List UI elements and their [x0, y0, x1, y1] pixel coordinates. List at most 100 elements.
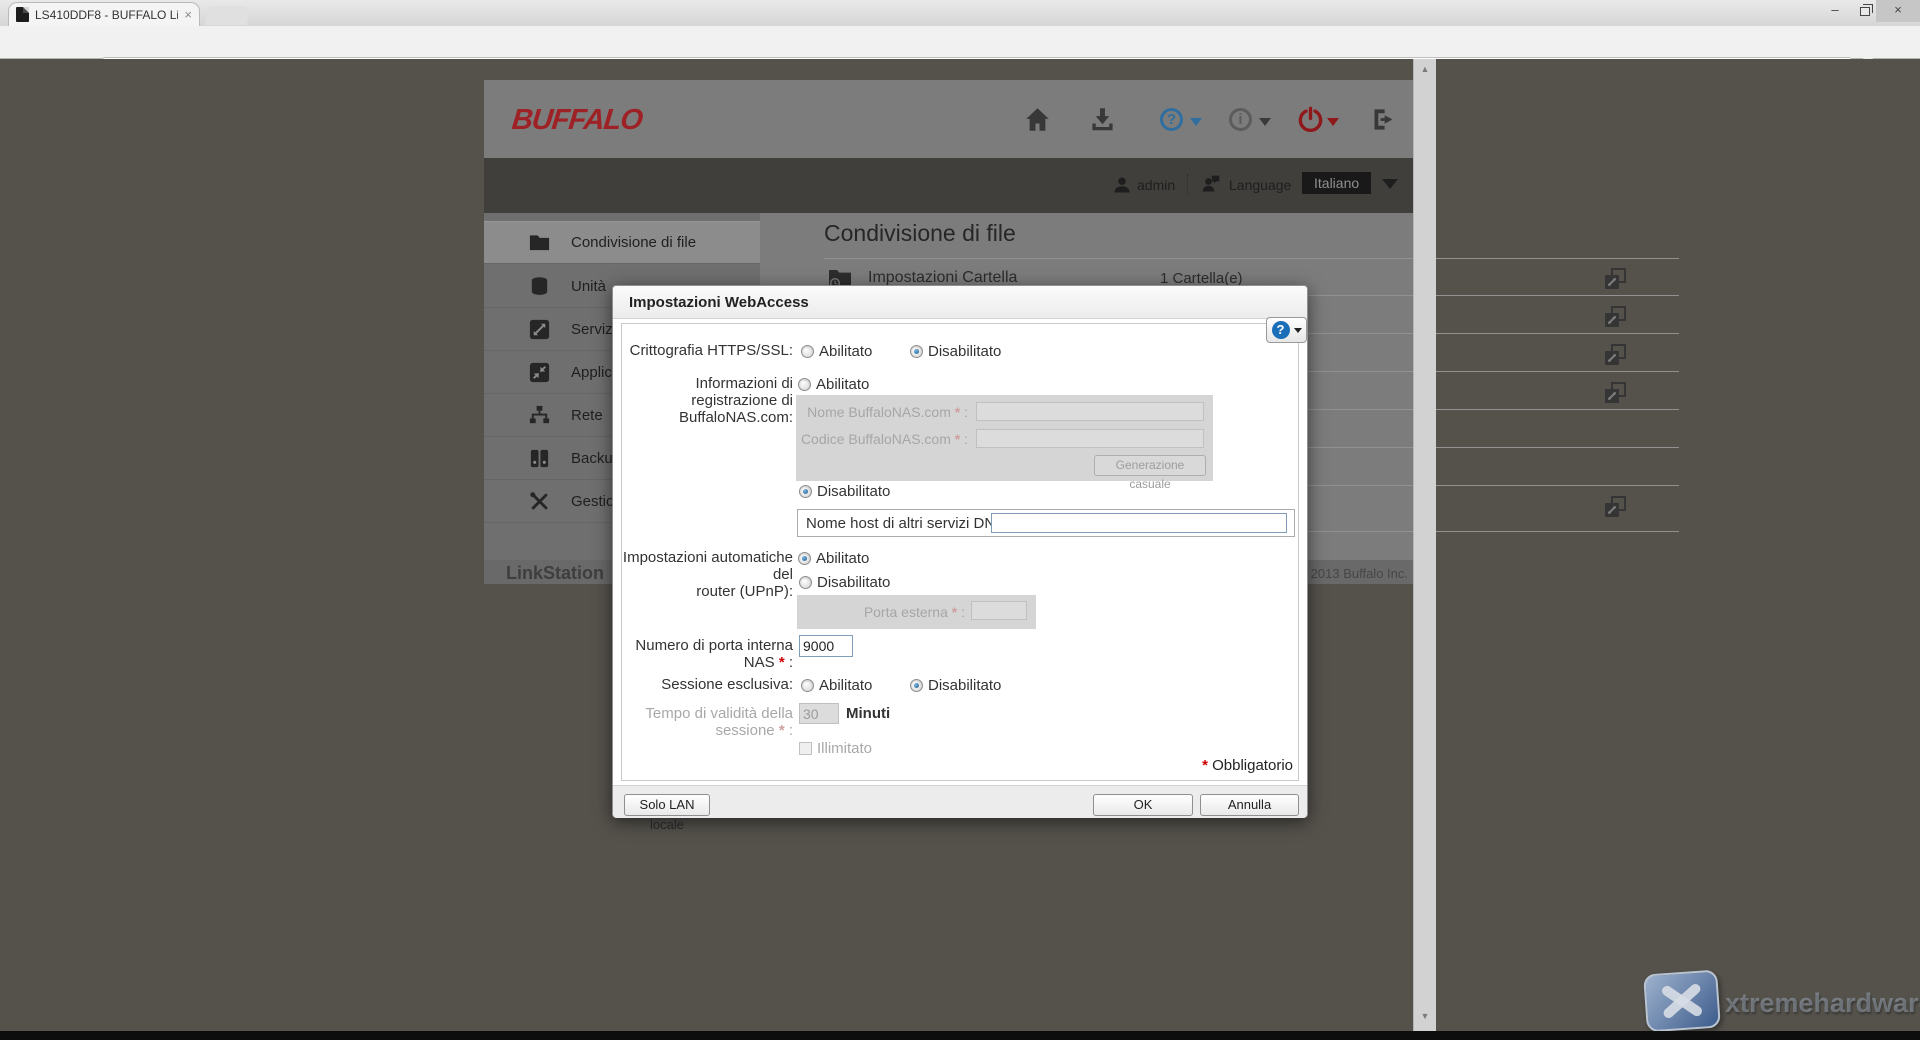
logout-icon[interactable]	[1370, 106, 1397, 133]
buffalo-logo: BUFFALO	[510, 104, 643, 137]
minutes-unit-label: Minuti	[846, 705, 890, 722]
internal-port-input[interactable]	[799, 635, 853, 657]
validity-minutes-input[interactable]	[799, 703, 839, 724]
dialog-title[interactable]: Impostazioni WebAccess	[613, 286, 1307, 319]
page-title: Condivisione di file	[824, 220, 1016, 247]
lan-only-button[interactable]: Solo LAN locale	[624, 794, 710, 816]
bottom-black-bar	[0, 1031, 1920, 1040]
services-icon	[528, 318, 551, 341]
generate-random-button[interactable]: Generazione casuale	[1094, 455, 1206, 476]
https-ssl-label: Crittografia HTTPS/SSL:	[621, 342, 793, 359]
buffalonas-disabled-label[interactable]: Disabilitato	[817, 483, 890, 500]
tools-icon	[528, 490, 551, 513]
language-caret-icon[interactable]	[1382, 179, 1398, 189]
folder-icon	[528, 231, 551, 254]
scroll-up-icon[interactable]: ▲	[1414, 64, 1436, 74]
user-language-bar: admin Language Italiano	[484, 158, 1421, 213]
open-external-icon[interactable]	[1603, 305, 1627, 329]
tab-close-icon[interactable]: ×	[184, 9, 192, 21]
dialog-footer: Solo LAN locale OK Annulla	[613, 785, 1307, 818]
user-icon	[1112, 175, 1132, 195]
power-icon[interactable]	[1297, 106, 1324, 133]
open-external-icon[interactable]	[1603, 381, 1627, 405]
chevron-down-icon	[1294, 328, 1302, 333]
unlimited-checkbox[interactable]	[799, 742, 812, 755]
buffalonas-disabled-radio[interactable]	[799, 485, 812, 498]
required-note: * Obbligatorio	[1202, 757, 1293, 774]
buffalonas-disabled-panel: Nome BuffaloNAS.com * : Codice BuffaloNA…	[796, 395, 1213, 481]
username-label[interactable]: admin	[1137, 177, 1175, 193]
external-port-label: Porta esterna * :	[801, 604, 965, 620]
dns-hostname-panel: Nome host di altri servizi DNS * :	[797, 509, 1295, 537]
scroll-down-icon[interactable]: ▼	[1414, 1011, 1436, 1021]
sidebar-item-label: Condivisione di file	[571, 234, 696, 251]
screen: { "browser": { "tab": { "title": "LS410D…	[0, 0, 1920, 1040]
browser-tabstrip: LS410DDF8 - BUFFALO Lin × – ×	[0, 0, 1920, 26]
session-enabled-radio[interactable]	[801, 679, 814, 692]
upnp-enabled-radio[interactable]	[798, 552, 811, 565]
open-external-icon[interactable]	[1603, 495, 1627, 519]
buffalonas-label: Informazioni di registrazione di Buffalo…	[621, 375, 793, 426]
open-external-icon[interactable]	[1603, 267, 1627, 291]
home-icon[interactable]	[1024, 106, 1051, 133]
buffalonas-name-label: Nome BuffaloNAS.com * :	[800, 404, 968, 420]
https-disabled-radio[interactable]	[910, 345, 923, 358]
dialog-help-button[interactable]: ?	[1266, 317, 1307, 343]
buffalonas-code-label: Codice BuffaloNAS.com * :	[800, 431, 968, 447]
buffalonas-code-input[interactable]	[976, 429, 1204, 448]
external-port-input[interactable]	[971, 601, 1027, 620]
window-close-button[interactable]: ×	[1876, 0, 1920, 22]
apps-icon	[528, 361, 551, 384]
https-enabled-label[interactable]: Abilitato	[819, 343, 872, 360]
buffalonas-enabled-radio[interactable]	[798, 378, 811, 391]
sidebar-item-label: Unità	[571, 278, 606, 295]
power-caret-icon[interactable]	[1327, 118, 1339, 126]
browser-toolbar: ← → ⟳ 192.168.0.104/detail.html#share ☆	[0, 26, 1920, 59]
validity-time-label: Tempo di validità della sessione * :	[621, 705, 793, 739]
copyright-text: © 2013 Buffalo Inc.	[1297, 566, 1408, 581]
help-icon[interactable]: ?	[1160, 108, 1183, 131]
upnp-disabled-label[interactable]: Disabilitato	[817, 574, 890, 591]
language-icon	[1201, 174, 1221, 194]
ok-button[interactable]: OK	[1093, 794, 1193, 816]
linkstation-logo: LinkStation	[506, 563, 604, 584]
help-icon: ?	[1272, 321, 1290, 339]
xtremehardware-logo	[1643, 969, 1721, 1031]
page-scrollbar[interactable]: ▲ ▼	[1413, 59, 1436, 1031]
webaccess-settings-dialog: Impostazioni WebAccess ? Crittografia HT…	[612, 285, 1308, 818]
buffalonas-enabled-label[interactable]: Abilitato	[816, 376, 869, 393]
sidebar-item-condivisione[interactable]: Condivisione di file	[484, 221, 760, 264]
divider	[1187, 174, 1188, 196]
dns-hostname-input[interactable]	[991, 513, 1287, 533]
help-caret-icon[interactable]	[1190, 118, 1202, 126]
open-external-icon[interactable]	[1603, 343, 1627, 367]
nas-header: BUFFALO ? i	[484, 80, 1421, 158]
download-icon[interactable]	[1089, 106, 1116, 133]
divider	[824, 258, 1679, 259]
drive-icon	[528, 275, 551, 298]
cancel-button[interactable]: Annulla	[1200, 794, 1299, 816]
tab-favicon	[16, 7, 29, 22]
language-label: Language	[1229, 177, 1291, 193]
session-disabled-radio[interactable]	[910, 679, 923, 692]
https-enabled-radio[interactable]	[801, 345, 814, 358]
internal-port-label: Numero di porta interna NAS * :	[621, 637, 793, 671]
watermark-text: xtremehardware.com	[1725, 988, 1920, 1019]
info-icon[interactable]: i	[1229, 108, 1252, 131]
upnp-disabled-radio[interactable]	[799, 576, 812, 589]
new-tab-button[interactable]	[205, 6, 249, 25]
backup-icon	[528, 447, 551, 470]
sidebar-item-label: Rete	[571, 407, 603, 424]
https-disabled-label[interactable]: Disabilitato	[928, 343, 1001, 360]
external-port-panel: Porta esterna * :	[797, 595, 1036, 629]
language-value[interactable]: Italiano	[1302, 172, 1371, 194]
upnp-label: Impostazioni automatiche del router (UPn…	[621, 549, 793, 600]
window-minimize-button[interactable]: –	[1820, 0, 1850, 22]
info-caret-icon[interactable]	[1259, 118, 1271, 126]
session-enabled-label[interactable]: Abilitato	[819, 677, 872, 694]
buffalonas-name-input[interactable]	[976, 402, 1204, 421]
restore-icon	[1860, 7, 1870, 16]
browser-tab[interactable]: LS410DDF8 - BUFFALO Lin ×	[8, 2, 200, 26]
session-disabled-label[interactable]: Disabilitato	[928, 677, 1001, 694]
upnp-enabled-label[interactable]: Abilitato	[816, 550, 869, 567]
